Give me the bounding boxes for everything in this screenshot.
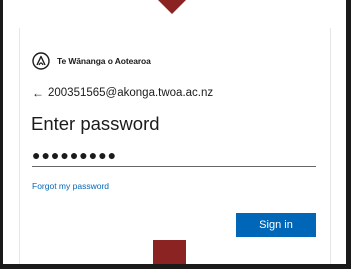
marker-triangle-icon (158, 0, 186, 14)
password-field[interactable] (32, 144, 316, 167)
frame-border-left (0, 0, 3, 269)
forgot-password-link[interactable]: Forgot my password (32, 181, 109, 191)
account-identifier: 200351565@akonga.twoa.ac.nz (48, 87, 214, 99)
org-logo-icon (32, 52, 50, 70)
marker-square (153, 240, 186, 264)
account-back-row[interactable]: ← 200351565@akonga.twoa.ac.nz (32, 86, 213, 100)
org-logo: Te Wānanga o Aotearoa (32, 52, 151, 70)
org-name: Te Wānanga o Aotearoa (57, 56, 151, 66)
arrow-left-icon[interactable]: ← (32, 86, 44, 100)
frame-border-right (346, 0, 351, 269)
page-title: Enter password (31, 113, 160, 134)
screenshot-frame: Te Wānanga o Aotearoa ← 200351565@akonga… (0, 0, 351, 269)
frame-border-bottom (0, 264, 351, 269)
sign-in-button[interactable]: Sign in (236, 213, 316, 237)
